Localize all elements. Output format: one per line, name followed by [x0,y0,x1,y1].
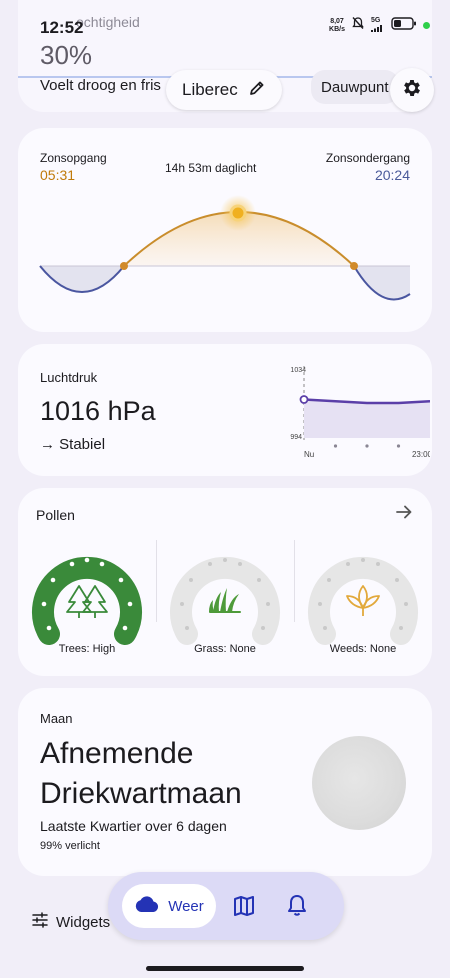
pressure-area [304,399,430,438]
gauge-fill-trees [32,556,142,645]
signal-icon [371,24,382,32]
pollen-divider [294,540,295,622]
edit-icon [248,79,266,102]
humidity-value: 30% [40,40,93,70]
location-button[interactable]: Liberec [166,70,282,110]
privacy-indicator [423,22,430,29]
sunrise-marker [120,262,128,270]
nav-weather-label: Weer [168,897,204,915]
cloud-icon [134,895,160,917]
pollen-gauge-grass [170,556,280,645]
battery-icon [391,16,417,35]
net-speed-unit: KB/s [329,25,345,33]
pollen-gauge-weeds [308,556,418,645]
dewpoint-label: Dauwpunt [321,78,389,96]
moon-image [312,736,406,830]
pressure-tick-dot [365,444,369,448]
widgets-label: Widgets [56,913,111,931]
nav-weather-tab[interactable]: Weer [122,884,216,928]
moon-illumination: 99% verlicht [40,840,100,852]
net-speed: 8,07 KB/s [329,18,345,34]
moon-phase: Afnemende Driekwartmaan [40,734,300,814]
mute-icon [351,16,365,35]
status-icons: 8,07 KB/s 5G [329,16,430,35]
pressure-value: 1016 hPa [40,396,156,426]
pressure-tick-dot [396,444,401,448]
humidity-description: Voelt droog en fris [40,77,161,94]
pressure-trend: → Stabiel [40,436,106,453]
arrow-right-icon[interactable] [394,502,414,527]
status-time: 12:52 [40,18,84,37]
net-speed-value: 8,07 [330,17,344,25]
grass-icon [209,588,241,613]
weed-icon [346,585,380,616]
pressure-title: Luchtdruk [40,370,98,385]
map-icon[interactable] [232,894,256,923]
pollen-divider [156,540,157,622]
gauge-track-weeds [308,556,418,645]
pollen-gauge-trees [32,556,142,645]
bottom-navigation: Weer [108,872,344,940]
network-type: 5G [371,16,381,24]
moon-next-phase: Laatste Kwartier over 6 dagen [40,818,227,834]
dewpoint-tab[interactable]: Dauwpunt [311,70,399,104]
pollen-card[interactable]: Pollen Trees: High Grass: None Weeds: No… [18,488,432,676]
pressure-series [299,395,430,448]
widgets-button[interactable]: Widgets [32,912,110,932]
pollen-label-trees: Trees: High [58,643,116,655]
sunset-marker [350,262,358,270]
status-bar: 12:52 8,07 KB/s 5G [0,0,450,40]
night-area-right [354,266,410,300]
moon-card[interactable]: Maan Afnemende Driekwartmaan Laatste Kwa… [18,688,432,876]
home-indicator[interactable] [146,966,304,971]
sun-path-chart [39,195,411,301]
settings-button[interactable] [390,68,434,112]
pollen-title: Pollen [36,507,75,523]
pressure-card[interactable]: Luchtdruk 1016 hPa → Stabiel 1034 994 Nu… [18,344,432,476]
pressure-tick-dot [333,444,338,448]
pressure-x-end: 23:00 [412,450,430,459]
pressure-x-start: Nu [304,450,314,459]
moon-title: Maan [40,711,73,726]
network-indicator: 5G [371,17,385,35]
sun-card[interactable]: Zonsopgang 05:31 14h 53m daglicht Zonson… [18,128,432,332]
pressure-chart: 1034 994 Nu 23:00 [290,366,430,459]
pressure-now-point [299,395,309,404]
bell-icon[interactable] [286,893,308,922]
pollen-label-weeds: Weeds: None [329,643,397,655]
moon-phase-line1: Afnemende [40,737,194,770]
location-name: Liberec [182,80,238,99]
tree-icon [66,585,108,618]
gear-icon [401,77,423,104]
sun-icon [229,204,247,222]
moon-phase-line2: Driekwartmaan [40,777,242,810]
sliders-icon [32,912,48,932]
pollen-label-grass: Grass: None [194,643,256,655]
pressure-y-min: 994 [290,434,302,441]
